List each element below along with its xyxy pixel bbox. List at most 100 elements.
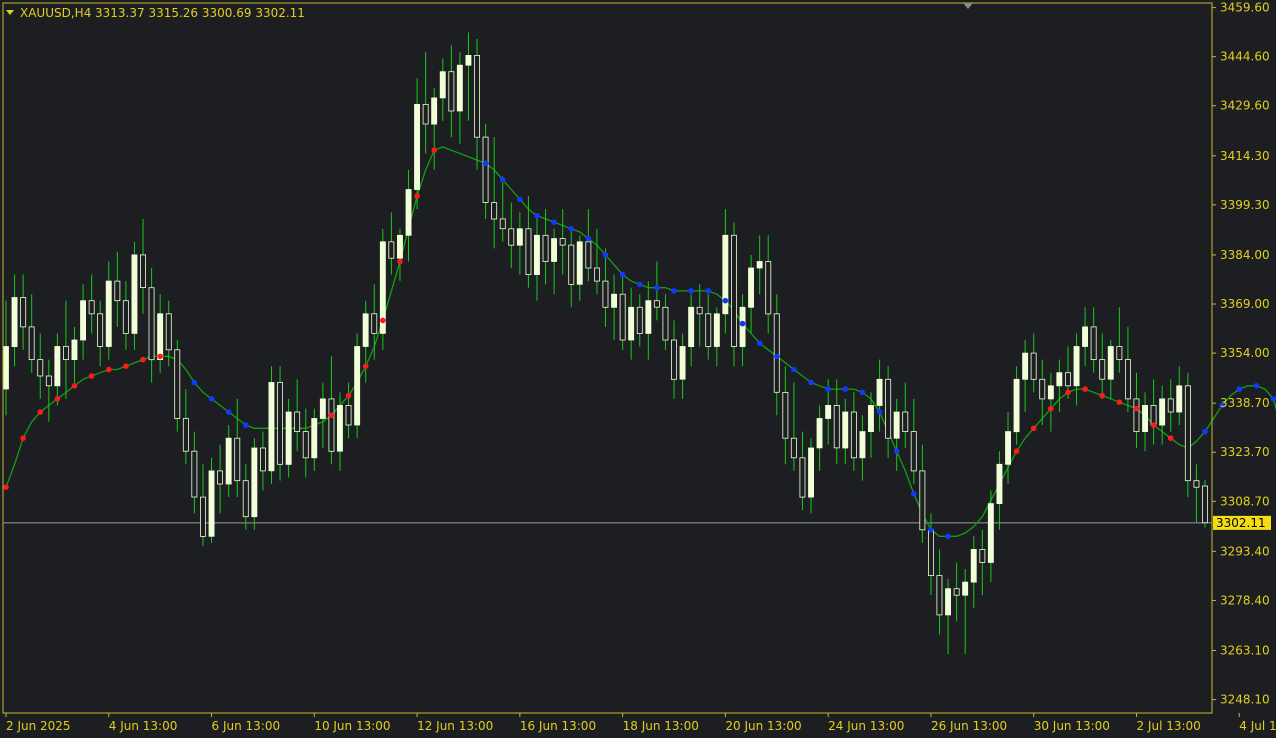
candle-body — [525, 228, 532, 276]
candle-body — [833, 404, 840, 449]
signal-dot-down — [568, 226, 574, 232]
signal-dot-up — [1048, 405, 1054, 412]
candle[interactable] — [354, 333, 361, 439]
candle-body — [945, 588, 951, 616]
candle-body — [1116, 346, 1123, 361]
signal-dot-up — [1150, 422, 1157, 428]
signal-dot-down — [602, 252, 609, 258]
signal-dot-up — [54, 396, 61, 402]
candle-body — [773, 313, 780, 393]
candle-body — [456, 64, 463, 112]
candle-body — [182, 418, 189, 452]
price-tick-label: 3354.00 — [1220, 346, 1270, 360]
signal-dot-down — [774, 353, 780, 360]
candle-body — [508, 228, 515, 246]
candle-body — [336, 404, 343, 452]
signal-dot-down — [585, 235, 592, 242]
candle-body — [268, 382, 275, 472]
candle-body — [551, 238, 557, 262]
candle-body — [748, 267, 754, 308]
candle[interactable] — [208, 457, 215, 543]
chart-canvas[interactable]: 3459.60 3444.60 3429.60 3414.30 3399.30 3384.… — [0, 0, 1276, 738]
signal-dot-down — [1253, 383, 1260, 389]
time-tick-label: 18 Jun 13:00 — [623, 719, 699, 733]
candle[interactable] — [379, 228, 386, 350]
candle-body — [311, 418, 318, 459]
candle-body — [1150, 404, 1157, 426]
candle-body — [756, 261, 763, 269]
candle[interactable] — [251, 438, 258, 530]
candle-body — [140, 254, 146, 288]
time-tick-label: 10 Jun 13:00 — [314, 719, 390, 733]
signal-dot-down — [876, 409, 883, 415]
candle-body — [987, 503, 994, 563]
candle-body — [1056, 372, 1063, 387]
candle-body — [559, 238, 566, 246]
candle-body — [953, 588, 960, 596]
candle-body — [516, 228, 523, 246]
signal-dot-down — [1236, 386, 1243, 392]
price-tick-label: 3278.40 — [1220, 593, 1270, 607]
price-axis[interactable]: 3459.60 3444.60 3429.60 3414.30 3399.30 3384.… — [1212, 1, 1271, 707]
signal-dot-up — [1030, 425, 1037, 432]
candle[interactable] — [174, 340, 181, 432]
signal-dot-down — [893, 448, 900, 455]
chart-window[interactable]: 3459.60 3444.60 3429.60 3414.30 3399.30 3384.… — [0, 0, 1276, 738]
time-tick-label: 12 Jun 13:00 — [417, 719, 493, 733]
candle-body — [534, 234, 540, 276]
candle[interactable] — [277, 366, 283, 481]
candle-body — [491, 202, 498, 220]
price-tick-label: 3308.70 — [1220, 494, 1270, 508]
signal-dot-up — [414, 193, 420, 199]
time-tick-label: 20 Jun 13:00 — [725, 719, 801, 733]
candle-body — [713, 313, 720, 347]
candle-body — [208, 470, 215, 537]
candle-body — [696, 306, 703, 315]
candle-body — [628, 306, 635, 341]
candle-body — [319, 398, 326, 419]
candle-body — [88, 300, 95, 315]
candle-body — [928, 529, 934, 576]
candle[interactable] — [268, 366, 275, 484]
candle-body — [731, 234, 737, 347]
signal-dot-down — [859, 389, 866, 396]
signal-dot-down — [842, 386, 849, 392]
candle-body — [122, 300, 129, 334]
candle-body — [936, 575, 943, 616]
candle-body — [705, 313, 712, 347]
candle-body — [362, 313, 369, 347]
candle-body — [285, 411, 292, 465]
candle-body — [405, 189, 412, 236]
candle-body — [482, 136, 489, 203]
candle-body — [499, 218, 506, 230]
candle-body — [371, 313, 378, 334]
time-tick-label: 4 Jul 13:00 — [1239, 719, 1276, 733]
signal-dot-down — [825, 386, 831, 392]
signal-dot-down — [739, 320, 746, 327]
signal-dot-up — [20, 435, 26, 442]
candle-body — [816, 418, 823, 449]
candle-body — [576, 241, 583, 285]
candle-body — [885, 378, 892, 439]
candle[interactable] — [1202, 479, 1208, 528]
candle-body — [199, 496, 206, 537]
signal-dot-down — [911, 491, 917, 497]
candle-body — [1022, 352, 1029, 380]
candle-body — [294, 411, 301, 433]
signal-dot-down — [705, 288, 712, 294]
price-tick-label: 3248.10 — [1220, 693, 1270, 707]
signal-dot-up — [157, 353, 163, 360]
candle-body — [345, 404, 352, 426]
price-tick-label: 3293.40 — [1220, 544, 1270, 558]
candle[interactable] — [1184, 372, 1191, 498]
price-tick-label: 3384.00 — [1220, 248, 1270, 262]
candle-body — [808, 447, 814, 498]
candle-body — [1184, 385, 1191, 482]
candle-body — [962, 581, 969, 596]
candle-body — [868, 404, 874, 432]
candle-body — [893, 411, 900, 439]
candle-body — [979, 549, 986, 563]
candle[interactable] — [731, 222, 737, 367]
price-tick-label: 3444.60 — [1220, 50, 1270, 64]
candle[interactable] — [131, 241, 138, 350]
